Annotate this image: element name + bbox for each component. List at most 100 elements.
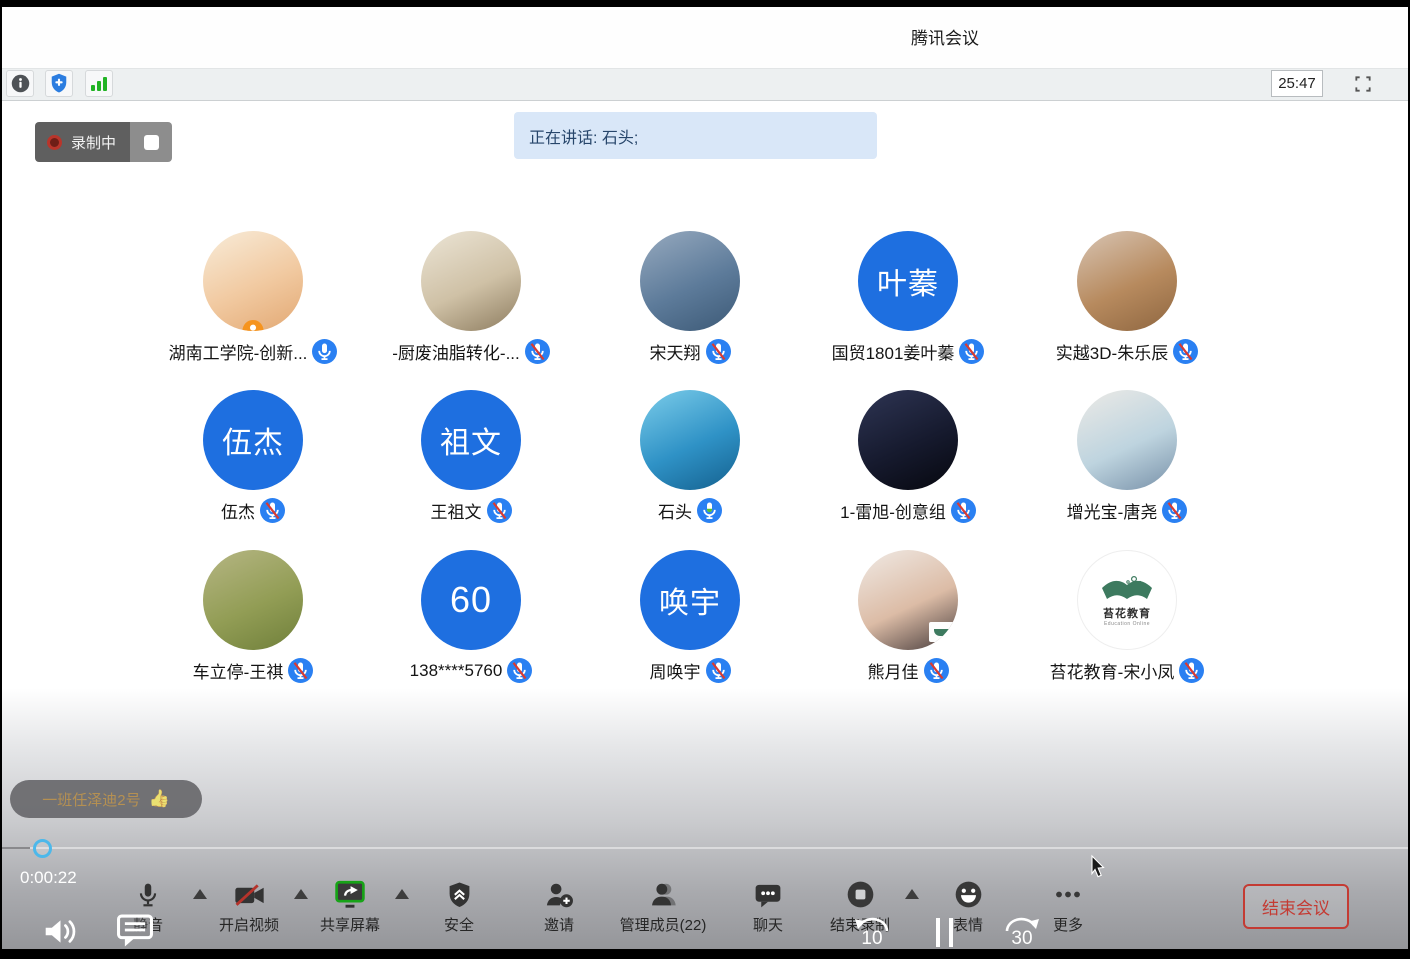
mic-status-icon [312, 339, 337, 364]
avatar [1077, 390, 1177, 490]
avatar [421, 231, 521, 331]
participant-name: 宋天翔 [650, 339, 701, 364]
player-scrubber-handle[interactable] [33, 839, 52, 858]
mic-status-icon [959, 339, 984, 364]
participant-name: -厨废油脂转化-... [392, 339, 520, 364]
toolbar-label: 更多 [1053, 914, 1083, 935]
participant-tile[interactable]: 宋天翔 [581, 231, 799, 377]
avatar: 祖文 [421, 390, 521, 490]
participant-tile[interactable]: 湖南工学院-创新... [144, 231, 362, 377]
player-progress-bar[interactable] [0, 847, 1410, 849]
mic-status-icon [1179, 658, 1204, 683]
avatar: 伍杰 [203, 390, 303, 490]
participant-name: 石头 [658, 498, 692, 523]
reaction-toast: 一班任泽迪2号 👍 [10, 780, 202, 818]
mic-status-icon [924, 658, 949, 683]
forward-30-button[interactable]: 30 [992, 915, 1052, 950]
toolbar-label: 聊天 [753, 914, 783, 935]
avatar: 唤宇 [640, 550, 740, 650]
tencent-meeting-window: 腾讯会议 25:47 录制中 正在讲话: 石头; 湖南工学院-创新... [0, 0, 1410, 959]
thumbs-up-icon: 👍 [149, 789, 170, 809]
avatar: 苔花教育Education Online [1077, 550, 1177, 650]
participant-name: 车立停-王祺 [193, 658, 284, 683]
avatar [1077, 231, 1177, 331]
chat-icon [753, 879, 783, 909]
participant-tile[interactable]: 增光宝-唐尧 [1018, 390, 1236, 536]
avatar-initials: 唤宇 [659, 578, 721, 622]
network-signal-icon[interactable] [85, 70, 113, 97]
mic-status-icon [1173, 339, 1198, 364]
avatar-initials: 叶蓁 [877, 259, 939, 303]
participant-tile[interactable]: 熊月佳 [799, 550, 1017, 696]
mic-status-icon [525, 339, 550, 364]
participant-tile[interactable]: 伍杰 伍杰 [144, 390, 362, 536]
end-meeting-button[interactable]: 结束会议 [1243, 884, 1349, 929]
player-elapsed-time: 0:00:22 [20, 868, 77, 888]
participant-tile[interactable]: -厨废油脂转化-... [362, 231, 580, 377]
mic-status-icon [706, 339, 731, 364]
volume-icon[interactable] [42, 915, 79, 948]
participant-name: 增光宝-唐尧 [1067, 498, 1158, 523]
participant-tile[interactable]: 1-雷旭-创意组 [799, 390, 1017, 536]
stop-recording-button[interactable] [130, 122, 172, 162]
avatar-initials: 祖文 [440, 418, 502, 462]
participant-tile[interactable]: 祖文 王祖文 [362, 390, 580, 536]
more-icon [1053, 879, 1083, 909]
avatar: 叶蓁 [858, 231, 958, 331]
participant-tile[interactable]: 60 138****5760 [362, 550, 580, 696]
mic-status-icon [1162, 498, 1187, 523]
participant-tile[interactable]: 车立停-王祺 [144, 550, 362, 696]
logo-subtext: Education Online [1104, 621, 1150, 627]
microphone-icon [135, 879, 161, 909]
stop-record-icon [846, 879, 875, 909]
recording-label: 录制中 [71, 132, 116, 153]
speaking-banner: 正在讲话: 石头; [514, 112, 877, 159]
avatar-initials: 60 [450, 579, 492, 621]
participant-tile[interactable]: 唤宇 周唤宇 [581, 550, 799, 696]
participant-tile[interactable]: 苔花教育Education Online 苔花教育-宋小凤 [1018, 550, 1236, 696]
participant-name: 熊月佳 [868, 658, 919, 683]
fullscreen-icon[interactable] [1347, 70, 1378, 97]
mic-status-icon [951, 498, 976, 523]
title-bar [2, 7, 1408, 68]
screen-share-icon [334, 879, 366, 909]
logo-text: 苔花教育 [1103, 605, 1151, 621]
participant-tile[interactable]: 石头 [581, 390, 799, 536]
stop-square-icon [144, 135, 159, 150]
toolbar-label: 表情 [953, 914, 983, 935]
avatar: 60 [421, 550, 521, 650]
participant-name: 湖南工学院-创新... [169, 339, 308, 364]
forward-30-label: 30 [1011, 928, 1032, 950]
toolbar-label: 共享屏幕 [320, 914, 380, 935]
pause-button[interactable] [936, 918, 953, 947]
toolbar-label: 安全 [444, 914, 474, 935]
participant-name: 国贸1801姜叶蓁 [832, 339, 955, 364]
shield-protect-icon[interactable] [45, 70, 73, 97]
toolbar-members-button[interactable]: 管理成员(22) [603, 879, 723, 935]
participant-name: 138****5760 [410, 661, 503, 681]
participant-name: 1-雷旭-创意组 [840, 498, 946, 523]
toolbar-invite-button[interactable]: 邀请 [499, 879, 619, 935]
invite-icon [544, 879, 574, 909]
participant-name: 周唤宇 [650, 658, 701, 683]
participant-tile[interactable]: 叶蓁 国贸1801姜叶蓁 [799, 231, 1017, 377]
camera-off-icon [233, 879, 266, 909]
toolbar-label: 邀请 [544, 914, 574, 935]
status-strip [2, 68, 1408, 101]
toolbar-screen-share-button[interactable]: 共享屏幕 [290, 879, 410, 935]
participant-name: 王祖文 [431, 498, 482, 523]
info-icon[interactable] [6, 70, 34, 97]
avatar [640, 231, 740, 331]
mic-status-icon [507, 658, 532, 683]
meeting-timer: 25:47 [1271, 70, 1323, 97]
mic-status-icon [487, 498, 512, 523]
participant-tile[interactable]: 实越3D-朱乐辰 [1018, 231, 1236, 377]
avatar [640, 390, 740, 490]
window-title: 腾讯会议 [810, 24, 1080, 49]
toolbar-label: 管理成员(22) [620, 914, 707, 935]
mic-status-icon [288, 658, 313, 683]
comments-icon[interactable] [116, 912, 154, 948]
reaction-toast-text: 一班任泽迪2号 [42, 789, 140, 810]
avatar [858, 390, 958, 490]
rewind-10-button[interactable]: 10 [842, 915, 902, 950]
